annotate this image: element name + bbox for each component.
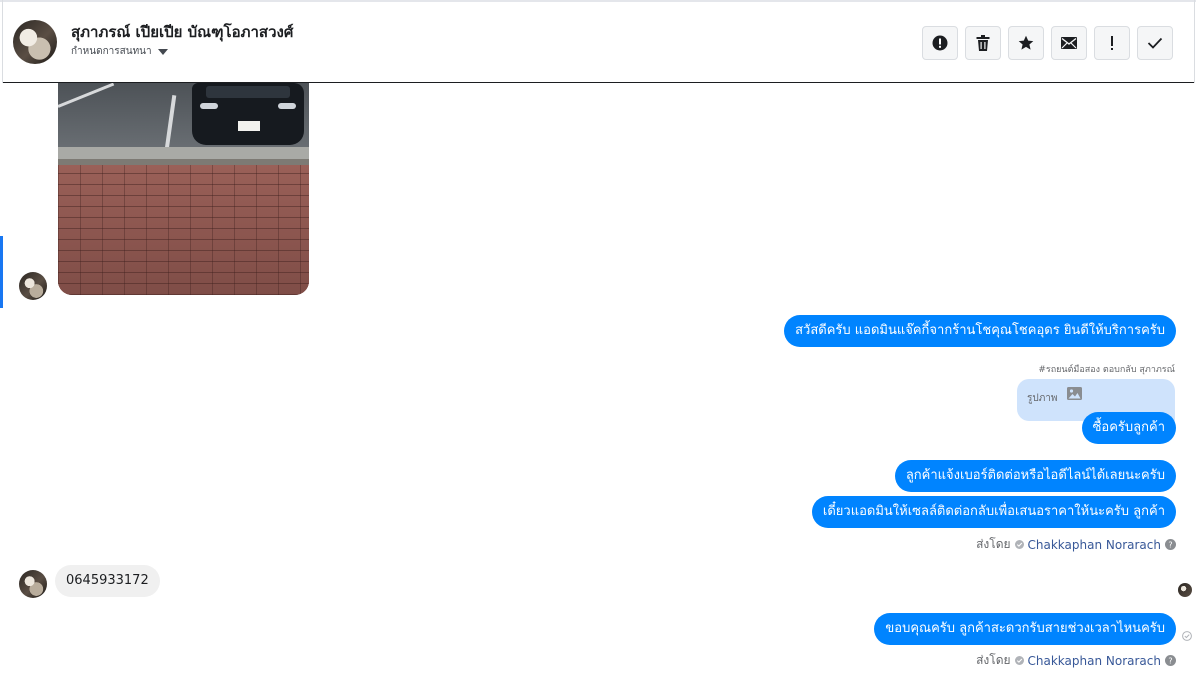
delete-button[interactable]: [965, 26, 1001, 60]
assign-conversation-dropdown[interactable]: กำหนดการสนทนา: [71, 44, 168, 59]
incoming-message[interactable]: 0645933172: [55, 565, 160, 597]
mark-important-button[interactable]: [1094, 26, 1130, 60]
contact-avatar-small[interactable]: [19, 570, 47, 598]
agent-name[interactable]: Chakkaphan Norarach: [1028, 654, 1161, 668]
help-icon[interactable]: ?: [1165, 655, 1176, 666]
outgoing-message[interactable]: เดี๋ยวแอดมินให้เซลล์ติดต่อกลับเพื่อเสนอร…: [811, 496, 1176, 528]
mark-done-button[interactable]: [1137, 26, 1173, 60]
mark-unread-button[interactable]: [1051, 26, 1087, 60]
star-icon: [1018, 35, 1034, 50]
sent-by-line: ส่งโดย Chakkaphan Norarach ?: [976, 651, 1176, 670]
right-border: [1194, 0, 1195, 83]
sent-by-label: ส่งโดย: [976, 653, 1011, 667]
contact-name[interactable]: สุภาภรณ์ เปียเปีย บัณฑุโอภาสวงศ์: [71, 20, 293, 44]
reply-context-note: #รถยนต์มือสอง ตอบกลับ สุภาภรณ์: [1038, 365, 1175, 375]
header-actions: [922, 26, 1173, 60]
quoted-text: รูปภาพ: [1027, 393, 1058, 404]
contact-avatar-small[interactable]: [19, 272, 47, 300]
caret-down-icon: [157, 48, 168, 55]
verified-icon: [1014, 540, 1024, 549]
svg-text:?: ?: [1168, 541, 1172, 550]
shared-photo[interactable]: [58, 83, 309, 295]
check-icon: [1147, 37, 1163, 49]
exclamation-icon: [1111, 36, 1113, 50]
star-button[interactable]: [1008, 26, 1044, 60]
envelope-icon: [1061, 37, 1077, 49]
car-image: [192, 83, 304, 145]
trash-icon: [976, 35, 990, 51]
svg-text:?: ?: [1168, 657, 1172, 666]
outgoing-message[interactable]: สวัสดีครับ แอดมินแจ๊คกี้จากร้านโชคุณโชคอ…: [784, 315, 1176, 347]
assign-label: กำหนดการสนทนา: [71, 46, 152, 57]
delivered-check-icon: [1182, 631, 1192, 641]
mark-spam-button[interactable]: [922, 26, 958, 60]
agent-name[interactable]: Chakkaphan Norarach: [1028, 538, 1161, 552]
outgoing-message[interactable]: ลูกค้าแจ้งเบอร์ติดต่อหรือไอดีไลน์ได้เลยน…: [894, 460, 1176, 492]
conversation-header: สุภาภรณ์ เปียเปีย บัณฑุโอภาสวงศ์ กำหนดกา…: [3, 2, 1194, 83]
help-icon[interactable]: ?: [1165, 539, 1176, 550]
alert-circle-icon: [932, 35, 948, 51]
sent-by-line: ส่งโดย Chakkaphan Norarach ?: [976, 535, 1176, 554]
seen-avatar: [1178, 583, 1192, 597]
outgoing-message[interactable]: ซื้อครับลูกค้า: [1081, 412, 1176, 444]
contact-avatar[interactable]: [13, 20, 57, 64]
active-thread-marker: [0, 236, 3, 308]
verified-icon: [1014, 656, 1024, 665]
image-icon: [1067, 387, 1082, 400]
sent-by-label: ส่งโดย: [976, 537, 1011, 551]
outgoing-message[interactable]: ขอบคุณครับ ลูกค้าสะดวกรับสายช่วงเวลาไหนค…: [874, 613, 1176, 645]
